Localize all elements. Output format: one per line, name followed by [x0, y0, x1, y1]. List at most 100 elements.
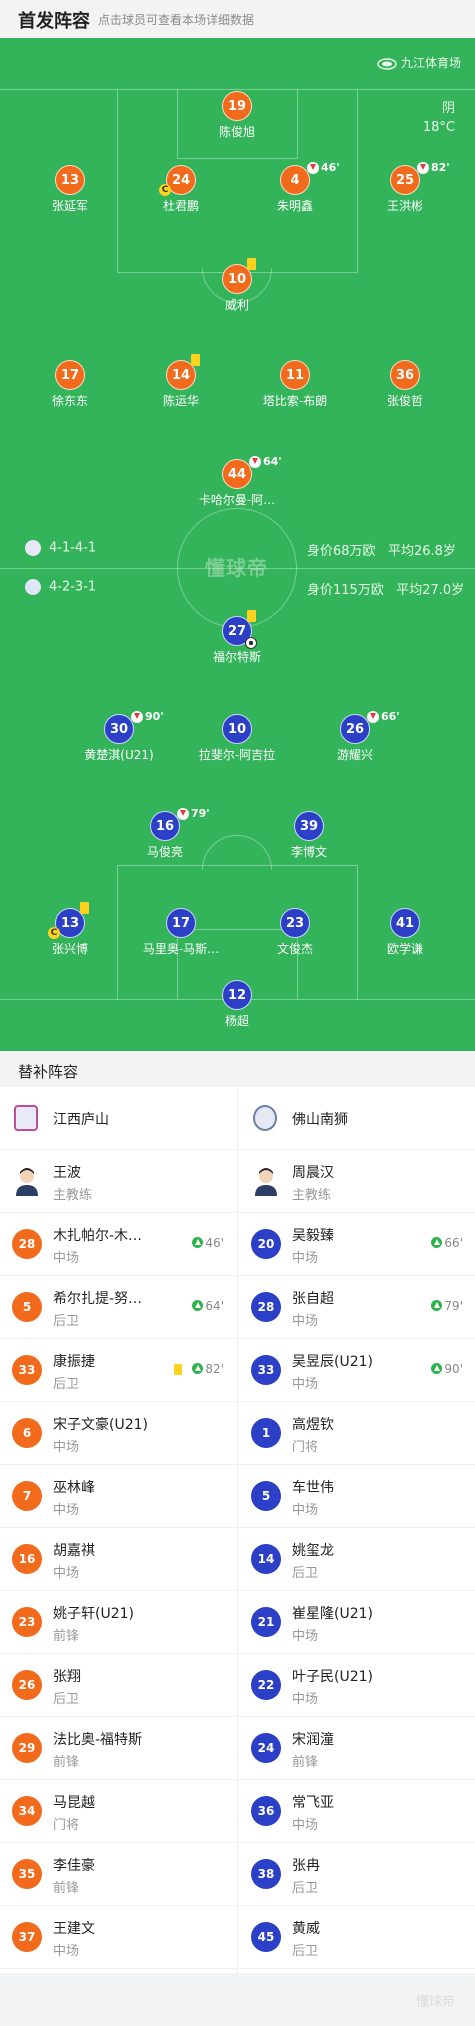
sub-player-row[interactable]: 7 巫林峰 中场: [0, 1465, 236, 1528]
yellow-card-icon: [247, 258, 256, 270]
away-player[interactable]: 41 欧学谦: [350, 908, 460, 957]
weather-temperature: 18°C: [422, 120, 455, 135]
home-player[interactable]: 25 82' 王洪彬: [350, 162, 460, 214]
home-team-info: 4-1-4-1: [25, 540, 96, 556]
home-team-row[interactable]: 江西庐山: [0, 1087, 236, 1150]
away-coach-row[interactable]: 周晨汉 主教练: [239, 1150, 475, 1213]
sub-in-icon: [192, 1237, 204, 1248]
lineup-title: 首发阵容: [18, 11, 90, 32]
sub-player-row[interactable]: 24 宋润潼 前锋: [239, 1717, 475, 1780]
weather-condition: 阴: [441, 101, 455, 116]
sub-in-icon: [431, 1237, 443, 1248]
sub-player-row[interactable]: 36 常飞亚 中场: [239, 1780, 475, 1843]
sub-player-row[interactable]: 34 马昆越 门将: [0, 1780, 236, 1843]
away-team-logo-icon: [25, 579, 41, 595]
sub-player-row[interactable]: 21 崔星隆(U21) 中场: [239, 1591, 475, 1654]
away-subs-column: 佛山南狮 周晨汉 主教练 20 吴毅臻 中场 66' 28 张自超 中场 79' 33 吴昱辰(…: [239, 1087, 475, 1973]
sub-player-row[interactable]: 37 王建文 中场: [0, 1906, 236, 1969]
sub-out-icon: [249, 456, 261, 468]
home-player[interactable]: 13 张延军: [15, 165, 125, 214]
sub-player-row[interactable]: 33 康振捷 后卫 82': [0, 1339, 236, 1402]
away-player[interactable]: 17 马里奥-马斯…: [126, 908, 236, 957]
sub-out-icon: [417, 162, 429, 174]
sub-player-row[interactable]: 35 李佳豪 前锋: [0, 1843, 236, 1906]
home-player[interactable]: 19 陈俊旭: [182, 91, 292, 140]
yellow-card-icon: [191, 354, 200, 366]
goal-ball-icon: [245, 637, 257, 649]
sub-player-row[interactable]: 5 希尔扎提-努… 后卫 64': [0, 1276, 236, 1339]
watermark: 懂球帝: [205, 556, 268, 580]
away-team-info: 4-2-3-1: [25, 579, 96, 595]
venue-name: 九江体育场: [400, 56, 461, 70]
sub-out-icon: [307, 162, 319, 174]
away-team-logo-icon: [253, 1105, 277, 1131]
sub-player-row[interactable]: 45 黄威 后卫: [239, 1906, 475, 1969]
stadium-icon: [377, 57, 397, 70]
yellow-card-icon: [80, 902, 89, 914]
venue: 九江体育场: [377, 54, 461, 71]
sub-in-icon: [192, 1300, 204, 1311]
sub-player-row[interactable]: 5 车世伟 中场: [239, 1465, 475, 1528]
sub-player-row[interactable]: 22 叶子民(U21) 中场: [239, 1654, 475, 1717]
home-team-value: 身价68万欧 平均26.8岁: [307, 544, 456, 559]
sub-player-row[interactable]: 26 张翔 后卫: [0, 1654, 236, 1717]
home-player[interactable]: 11 塔比索-布朗: [240, 360, 350, 409]
away-player[interactable]: 12 杨超: [182, 980, 292, 1029]
home-player[interactable]: 36 张俊哲: [350, 360, 460, 409]
sub-player-row[interactable]: 20 吴毅臻 中场 66': [239, 1213, 475, 1276]
captain-badge: C: [48, 927, 60, 939]
column-divider: [237, 1087, 238, 1973]
away-player[interactable]: 39 李博文: [254, 811, 364, 860]
captain-badge: C: [159, 184, 171, 196]
pitch: 九江体育场 阴 18°C 19 陈俊旭 13 张延军 24 C 杜君鹏 4 46' 朱明鑫 …: [0, 38, 475, 1051]
sub-player-row[interactable]: 14 姚玺龙 后卫: [239, 1528, 475, 1591]
sub-in-icon: [431, 1363, 443, 1374]
home-coach-row[interactable]: 王波 主教练: [0, 1150, 236, 1213]
sub-player-row[interactable]: 28 张自超 中场 79': [239, 1276, 475, 1339]
sub-player-row[interactable]: 1 高煜钦 门将: [239, 1402, 475, 1465]
sub-out-icon: [131, 711, 143, 723]
sub-player-row[interactable]: 6 宋子文豪(U21) 中场: [0, 1402, 236, 1465]
yellow-card-icon: [174, 1364, 182, 1375]
footer-watermark: 懂球帝: [415, 1995, 455, 2010]
sub-player-row[interactable]: 16 胡嘉祺 中场: [0, 1528, 236, 1591]
sub-player-row[interactable]: 33 吴昱辰(U21) 中场 90': [239, 1339, 475, 1402]
lineup-hint: 点击球员可查看本场详细数据: [98, 13, 255, 27]
subs-panel: 江西庐山 王波 主教练 28 木扎帕尔-木… 中场 46' 5 希尔扎提-努… 后卫 64' …: [0, 1087, 475, 1973]
yellow-card-icon: [247, 610, 256, 622]
away-team-value: 身价115万欧 平均27.0岁: [307, 583, 465, 598]
home-team-logo-icon: [25, 540, 41, 556]
coach-avatar-icon: [255, 1168, 277, 1196]
footer: 懂球帝: [0, 1973, 475, 2026]
away-player[interactable]: 13 C 张兴博: [15, 902, 125, 957]
away-team-row[interactable]: 佛山南狮: [239, 1087, 475, 1150]
sub-player-row[interactable]: 38 张冉 后卫: [239, 1843, 475, 1906]
sub-player-row[interactable]: 28 木扎帕尔-木… 中场 46': [0, 1213, 236, 1276]
subs-header: 替补阵容: [0, 1051, 475, 1087]
away-player[interactable]: 23 文俊杰: [240, 908, 350, 957]
sub-out-icon: [367, 711, 379, 723]
sub-out-icon: [177, 808, 189, 820]
away-player[interactable]: 26 66' 游耀兴: [300, 711, 410, 763]
sub-in-icon: [192, 1363, 204, 1374]
home-player[interactable]: 17 徐东东: [15, 360, 125, 409]
away-player[interactable]: 30 90' 黄楚淇(U21): [64, 711, 174, 763]
home-player[interactable]: 10 威利: [182, 258, 292, 313]
sub-in-icon: [431, 1300, 443, 1311]
sub-player-row[interactable]: 29 法比奥-福特斯 前锋: [0, 1717, 236, 1780]
coach-avatar-icon: [16, 1168, 38, 1196]
home-subs-column: 江西庐山 王波 主教练 28 木扎帕尔-木… 中场 46' 5 希尔扎提-努… 后卫 64' …: [0, 1087, 236, 1973]
away-formation: 4-2-3-1: [49, 579, 97, 595]
home-player[interactable]: 44 64' 卡哈尔曼-阿…: [182, 456, 292, 508]
subs-title: 替补阵容: [18, 1063, 79, 1081]
away-player[interactable]: 10 拉斐尔-阿吉拉: [182, 714, 292, 763]
home-player[interactable]: 14 陈运华: [126, 354, 236, 409]
away-player[interactable]: 16 79' 马俊亮: [110, 808, 220, 860]
home-team-logo-icon: [14, 1105, 38, 1131]
home-player[interactable]: 24 C 杜君鹏: [126, 165, 236, 214]
weather: 阴 18°C: [423, 99, 455, 137]
away-player[interactable]: 27 福尔特斯: [182, 610, 292, 665]
sub-player-row[interactable]: 23 姚子轩(U21) 前锋: [0, 1591, 236, 1654]
home-player[interactable]: 4 46' 朱明鑫: [240, 162, 350, 214]
lineup-header: 首发阵容 点击球员可查看本场详细数据: [0, 0, 475, 38]
